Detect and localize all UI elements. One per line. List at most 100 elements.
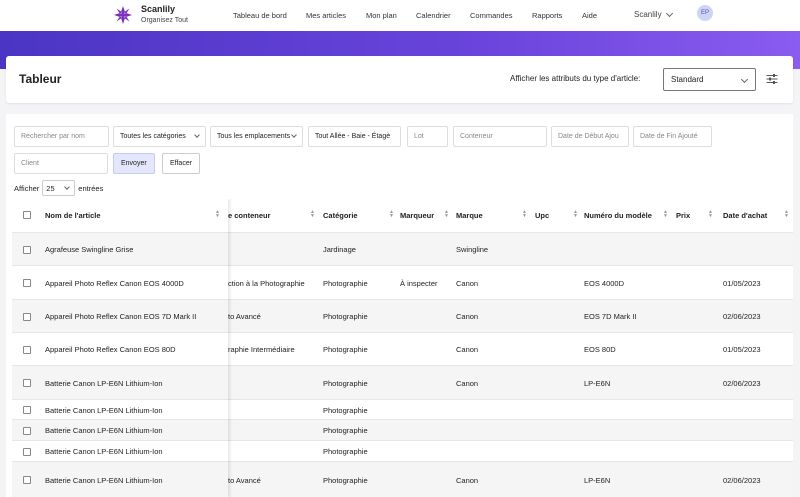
cell-container: raphie Intermédiaire [228, 345, 295, 354]
cell-marker: À inspecter [400, 279, 438, 288]
cell-date: 02/06/2023 [723, 379, 761, 388]
row-checkbox[interactable] [23, 448, 31, 456]
user-menu[interactable]: Scanlily [634, 9, 673, 19]
avatar[interactable]: EP [697, 5, 713, 21]
sort-icon[interactable]: ▲ ▼ [310, 210, 315, 219]
select-all-checkbox[interactable] [23, 211, 31, 219]
client-input[interactable]: Client [14, 153, 108, 174]
column-header-price[interactable]: Prix [676, 199, 690, 232]
sort-icon[interactable]: ▲ ▼ [444, 210, 449, 219]
cell-category: Photographie [323, 406, 368, 415]
cell-model: EOS 7D Mark II [584, 312, 637, 321]
cell-category: Photographie [323, 447, 368, 456]
cell-model: EOS 80D [584, 345, 616, 354]
row-checkbox[interactable] [23, 406, 31, 414]
start-date-input[interactable]: Date de Début Ajou [551, 126, 629, 147]
cell-name: Appareil Photo Reflex Canon EOS 7D Mark … [45, 312, 197, 321]
column-header-container[interactable]: e conteneur [228, 199, 271, 232]
location-filter[interactable]: Tous les emplacements [210, 126, 303, 147]
cell-category: Photographie [323, 279, 368, 288]
flower-logo-icon [114, 6, 132, 24]
nav-link[interactable]: Tableau de bord [233, 11, 287, 20]
chevron-down-icon [665, 9, 673, 17]
search-input[interactable]: Rechercher par nom [14, 126, 109, 147]
page-header: Tableur Afficher les attributs du type d… [6, 56, 793, 103]
table-row[interactable]: Appareil Photo Reflex Canon EOS 7D Mark … [12, 299, 793, 332]
top-navbar: Scanlily Organisez Tout Tableau de bord M… [0, 0, 800, 31]
chevron-down-icon [194, 132, 200, 138]
attribute-type-value: Standard [671, 75, 704, 84]
cell-name: Batterie Canon LP-E6N Lithium-Ion [45, 476, 163, 485]
row-checkbox[interactable] [23, 313, 31, 321]
cell-container: to Avancé [228, 312, 261, 321]
sort-icon[interactable]: ▲ ▼ [389, 210, 394, 219]
column-header-brand[interactable]: Marque [456, 199, 483, 232]
page-size-suffix: entrées [78, 183, 104, 193]
column-header-upc[interactable]: Upc [535, 199, 549, 232]
cell-model: EOS 4000D [584, 279, 625, 288]
cell-date: 02/06/2023 [723, 312, 761, 321]
cell-category: Photographie [323, 345, 368, 354]
column-header-model[interactable]: Numéro du modèle [584, 199, 652, 232]
user-menu-label: Scanlily [634, 10, 662, 19]
sort-icon[interactable]: ▲ ▼ [708, 210, 713, 219]
aisle-filter[interactable]: Tout Allée - Baie - Étagè [308, 126, 401, 147]
table-row[interactable]: Batterie Canon LP-E6N Lithium-Ion Photogr… [12, 399, 793, 419]
sort-icon[interactable]: ▲ ▼ [663, 210, 668, 219]
row-checkbox[interactable] [23, 346, 31, 354]
nav-link[interactable]: Rapports [532, 11, 562, 20]
cell-brand: Canon [456, 345, 479, 354]
nav-link[interactable]: Mon plan [366, 11, 397, 20]
brand[interactable]: Scanlily Organisez Tout [113, 4, 188, 27]
chevron-down-icon [740, 75, 749, 84]
cell-date: 01/05/2023 [723, 345, 761, 354]
nav-link[interactable]: Commandes [470, 11, 513, 20]
column-header-name[interactable]: Nom de l'article [45, 199, 101, 232]
row-checkbox[interactable] [23, 427, 31, 435]
cell-brand: Canon [456, 379, 479, 388]
container-input[interactable]: Conteneur [453, 126, 547, 147]
cell-name: Appareil Photo Reflex Canon EOS 80D [45, 345, 176, 354]
sort-icon[interactable]: ▲ ▼ [784, 210, 789, 219]
row-checkbox[interactable] [23, 476, 31, 484]
chevron-down-icon [291, 132, 297, 138]
table-row[interactable]: Batterie Canon LP-E6N Lithium-Ion to Avan… [12, 461, 793, 497]
table-row[interactable]: Batterie Canon LP-E6N Lithium-Ion Photogr… [12, 440, 793, 461]
table-row[interactable]: Batterie Canon LP-E6N Lithium-Ion Photogr… [12, 419, 793, 440]
row-checkbox[interactable] [23, 279, 31, 287]
column-header-date[interactable]: Date d'achat [723, 199, 767, 232]
column-header-category[interactable]: Catégorie [323, 199, 358, 232]
table-row[interactable]: Agrafeuse Swingline Grise Jardinage Swingl… [12, 232, 793, 265]
submit-button[interactable]: Envoyer [113, 153, 155, 174]
sort-icon[interactable]: ▲ ▼ [522, 210, 527, 219]
lot-input[interactable]: Lot [407, 126, 448, 147]
row-checkbox[interactable] [23, 379, 31, 387]
table-row[interactable]: Appareil Photo Reflex Canon EOS 4000D cti… [12, 265, 793, 299]
cell-container: ction à la Photographie [228, 279, 305, 288]
attribute-type-select[interactable]: Standard [663, 68, 756, 91]
cell-brand: Canon [456, 279, 479, 288]
page-size-select[interactable]: 25 [42, 180, 76, 196]
sort-icon[interactable]: ▲ ▼ [215, 210, 220, 219]
end-date-input[interactable]: Date de Fin Ajouté [633, 126, 712, 147]
table-row[interactable]: Batterie Canon LP-E6N Lithium-Ion Photogr… [12, 365, 793, 399]
nav-link[interactable]: Mes articles [306, 11, 346, 20]
row-checkbox[interactable] [23, 246, 31, 254]
location-filter-value: Tous les emplacements [217, 133, 291, 140]
nav-link[interactable]: Calendrier [416, 11, 451, 20]
spreadsheet-card: Rechercher par nom Toutes les catégories… [6, 114, 793, 497]
cell-category: Photographie [323, 312, 368, 321]
items-table: Nom de l'article ▲ ▼ e conteneur ▲ ▼ Catég… [12, 199, 793, 497]
cell-category: Jardinage [323, 245, 356, 254]
column-header-marker[interactable]: Marqueur [400, 199, 434, 232]
cell-name: Batterie Canon LP-E6N Lithium-Ion [45, 426, 163, 435]
cell-name: Batterie Canon LP-E6N Lithium-Ion [45, 406, 163, 415]
clear-button[interactable]: Effacer [162, 153, 201, 174]
category-filter[interactable]: Toutes les catégories [113, 126, 206, 147]
cell-model: LP-E6N [584, 476, 611, 485]
table-row[interactable]: Appareil Photo Reflex Canon EOS 80D raphi… [12, 332, 793, 365]
nav-link[interactable]: Aide [582, 11, 597, 20]
sliders-icon[interactable] [766, 73, 778, 85]
sort-icon[interactable]: ▲ ▼ [573, 210, 578, 219]
cell-category: Photographie [323, 426, 368, 435]
